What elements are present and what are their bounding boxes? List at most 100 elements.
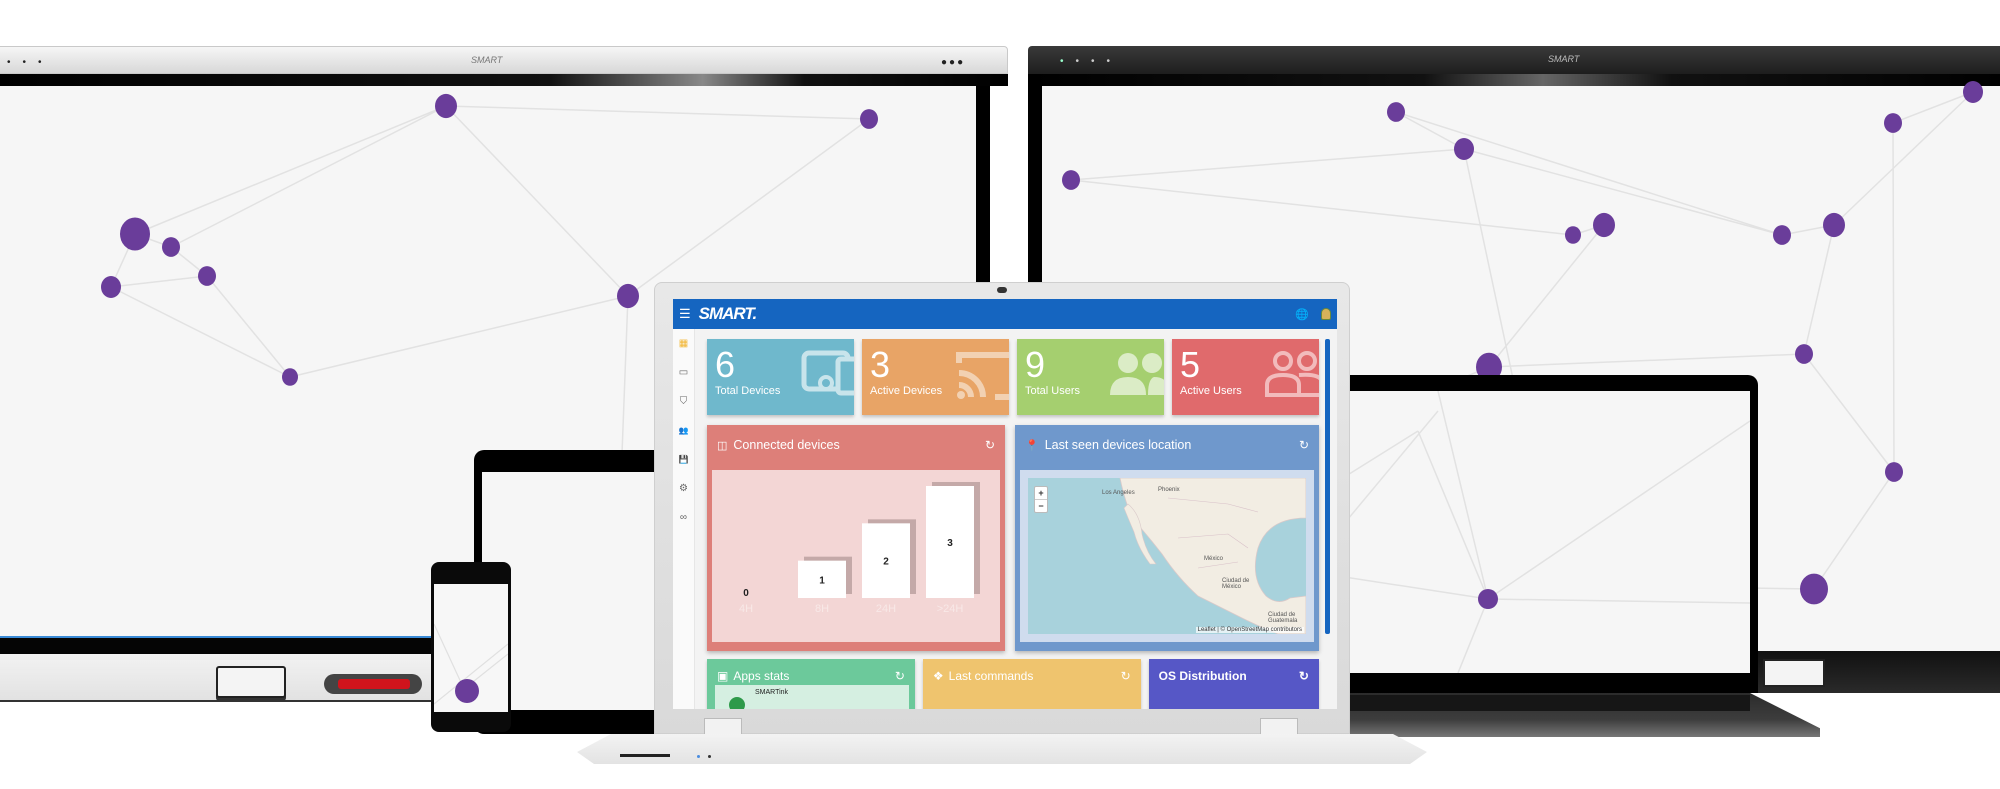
graph-edge — [1892, 91, 1974, 124]
panel-title: OS Distribution — [1158, 669, 1247, 683]
panels-row: ◫ Connected devices ↻ 0 4H 1 8H 2 24H 3 >24H 📍 … — [707, 425, 1319, 651]
sidebar: ▦ ▭ ⛉ 👥 💾 ⚙ ∞ — [673, 329, 695, 709]
graph-node — [1062, 170, 1080, 190]
connected-devices-panel: ◫ Connected devices ↻ 0 4H 1 8H 2 24H 3 >24H — [707, 425, 1005, 651]
map-city-label: Ciudad de México — [1222, 578, 1250, 590]
refresh-icon[interactable]: ↻ — [1299, 438, 1309, 452]
map[interactable]: Los Angeles Phoenix México Ciudad de Méx… — [1028, 478, 1306, 634]
devices-icon — [800, 349, 854, 406]
x-tick-label: 8H — [815, 603, 829, 615]
map-city-label: Los Angeles — [1102, 490, 1135, 496]
map-zoom-control: + − — [1034, 486, 1048, 513]
graph-edge — [289, 295, 629, 378]
sidebar-item-settings[interactable]: ⚙ — [673, 474, 694, 503]
macbook-network-graph — [1337, 390, 1751, 674]
smart-logo[interactable]: SMART. — [699, 304, 758, 324]
graph-edge — [170, 105, 447, 248]
graph-node — [435, 93, 457, 119]
sidebar-item-security[interactable]: ⛉ — [673, 387, 694, 416]
bottom-panels-row: ▣ Apps stats ↻ SMARTink ❖ Last commands … — [707, 659, 1319, 709]
save-icon: 💾 — [678, 455, 689, 464]
graph-edge — [110, 286, 291, 378]
panel-header: 📍 Last seen devices location ↻ — [1015, 425, 1319, 465]
connected-devices-chart: 0 4H 1 8H 2 24H 3 >24H — [739, 482, 980, 615]
dashboard-app: ☰ SMART. 🌐 ▦ ▭ ⛉ 👥 💾 ⚙ ∞ 6 Total Devices… — [673, 299, 1337, 709]
globe-icon[interactable]: 🌐 — [1295, 308, 1309, 321]
macbook-lid — [1330, 375, 1758, 693]
stat-card-active-devices[interactable]: 3 Active Devices — [862, 339, 1009, 415]
panel-title: Apps stats — [733, 669, 790, 683]
graph-edge — [1070, 148, 1465, 181]
bar-value-label: 2 — [883, 557, 889, 568]
graph-node — [1387, 102, 1405, 122]
graph-edge — [1813, 471, 1895, 590]
shield-check-icon: ⛉ — [679, 396, 688, 407]
graph-node — [1963, 81, 1983, 103]
map-city-label: Ciudad de Guatemala — [1268, 612, 1298, 624]
stat-card-active-users[interactable]: 5 Active Users — [1172, 339, 1319, 415]
refresh-icon[interactable]: ↻ — [985, 438, 995, 452]
smartphone — [431, 562, 511, 732]
graph-node — [1593, 212, 1615, 238]
users-outline-icon — [1263, 349, 1319, 406]
app-list-item[interactable]: SMARTink — [715, 685, 909, 709]
bar-value-label: 3 — [947, 538, 953, 549]
refresh-icon[interactable]: ↻ — [1299, 669, 1309, 683]
refresh-icon[interactable]: ↻ — [895, 669, 905, 683]
sidebar-item-links[interactable]: ∞ — [673, 503, 694, 532]
macbook-screen — [1337, 390, 1751, 674]
app-icon — [729, 697, 745, 709]
dashboard-icon: ▦ — [678, 338, 689, 349]
graph-edge — [1892, 122, 1895, 473]
graph-node — [1885, 462, 1903, 482]
zoom-in-button[interactable]: + — [1035, 487, 1047, 500]
stat-card-total-users[interactable]: 9 Total Users — [1017, 339, 1164, 415]
graph-node — [455, 679, 479, 703]
status-led — [708, 755, 711, 758]
bar-value-label: 0 — [743, 588, 749, 599]
graph-node — [1565, 226, 1581, 244]
graph-edge — [445, 105, 870, 120]
users-icon — [1108, 349, 1164, 406]
bar-value-label: 1 — [819, 575, 825, 586]
refresh-icon[interactable]: ↻ — [1121, 669, 1131, 683]
phone-screen — [433, 584, 509, 712]
panel-title: Connected devices — [733, 438, 840, 452]
sidebar-item-dashboard[interactable]: ▦ — [673, 329, 694, 358]
graph-node — [282, 368, 298, 386]
graph-node — [1478, 589, 1498, 609]
map-attribution[interactable]: Leaflet | © OpenStreetMap contributors — [1195, 627, 1304, 633]
graph-edge — [445, 105, 629, 297]
cast-icon — [955, 349, 1009, 408]
graph-edge — [1463, 148, 1783, 236]
map-city-label: Phoenix — [1158, 487, 1180, 493]
scrollbar[interactable] — [1325, 339, 1330, 634]
graph-node — [1884, 113, 1902, 133]
map-container: Los Angeles Phoenix México Ciudad de Méx… — [1020, 470, 1314, 642]
graph-edge — [1395, 111, 1783, 236]
sidebar-item-devices[interactable]: ▭ — [673, 358, 694, 387]
graph-edge — [110, 275, 208, 288]
zoom-out-button[interactable]: − — [1035, 500, 1047, 512]
os-distribution-panel: OS Distribution ↻ — [1148, 659, 1319, 709]
hamburger-icon[interactable]: ☰ — [679, 306, 691, 322]
apps-icon: ▣ — [717, 669, 729, 683]
graph-node — [198, 266, 216, 286]
devices-icon: ▭ — [678, 367, 689, 378]
user-avatar[interactable] — [1321, 308, 1331, 320]
graph-edge — [1833, 91, 1974, 226]
sidebar-item-users[interactable]: 👥 — [673, 416, 694, 445]
chart-area: 0 4H 1 8H 2 24H 3 >24H — [712, 470, 1000, 642]
sidebar-item-backup[interactable]: 💾 — [673, 445, 694, 474]
app-header: ☰ SMART. 🌐 — [673, 299, 1337, 329]
graph-edge — [134, 105, 447, 235]
graph-edge — [1803, 224, 1835, 355]
x-tick-label: >24H — [937, 603, 964, 615]
laptop: ☰ SMART. 🌐 ▦ ▭ ⛉ 👥 💾 ⚙ ∞ 6 Total Devices… — [577, 282, 1427, 772]
x-tick-label: 24H — [876, 603, 896, 615]
card-slot — [620, 754, 670, 757]
stat-card-total-devices[interactable]: 6 Total Devices — [707, 339, 854, 415]
dashboard-content: 6 Total Devices 3 Active Devices 9 Total… — [707, 339, 1319, 709]
commands-icon: ❖ — [932, 669, 944, 683]
graph-node — [1454, 138, 1474, 160]
